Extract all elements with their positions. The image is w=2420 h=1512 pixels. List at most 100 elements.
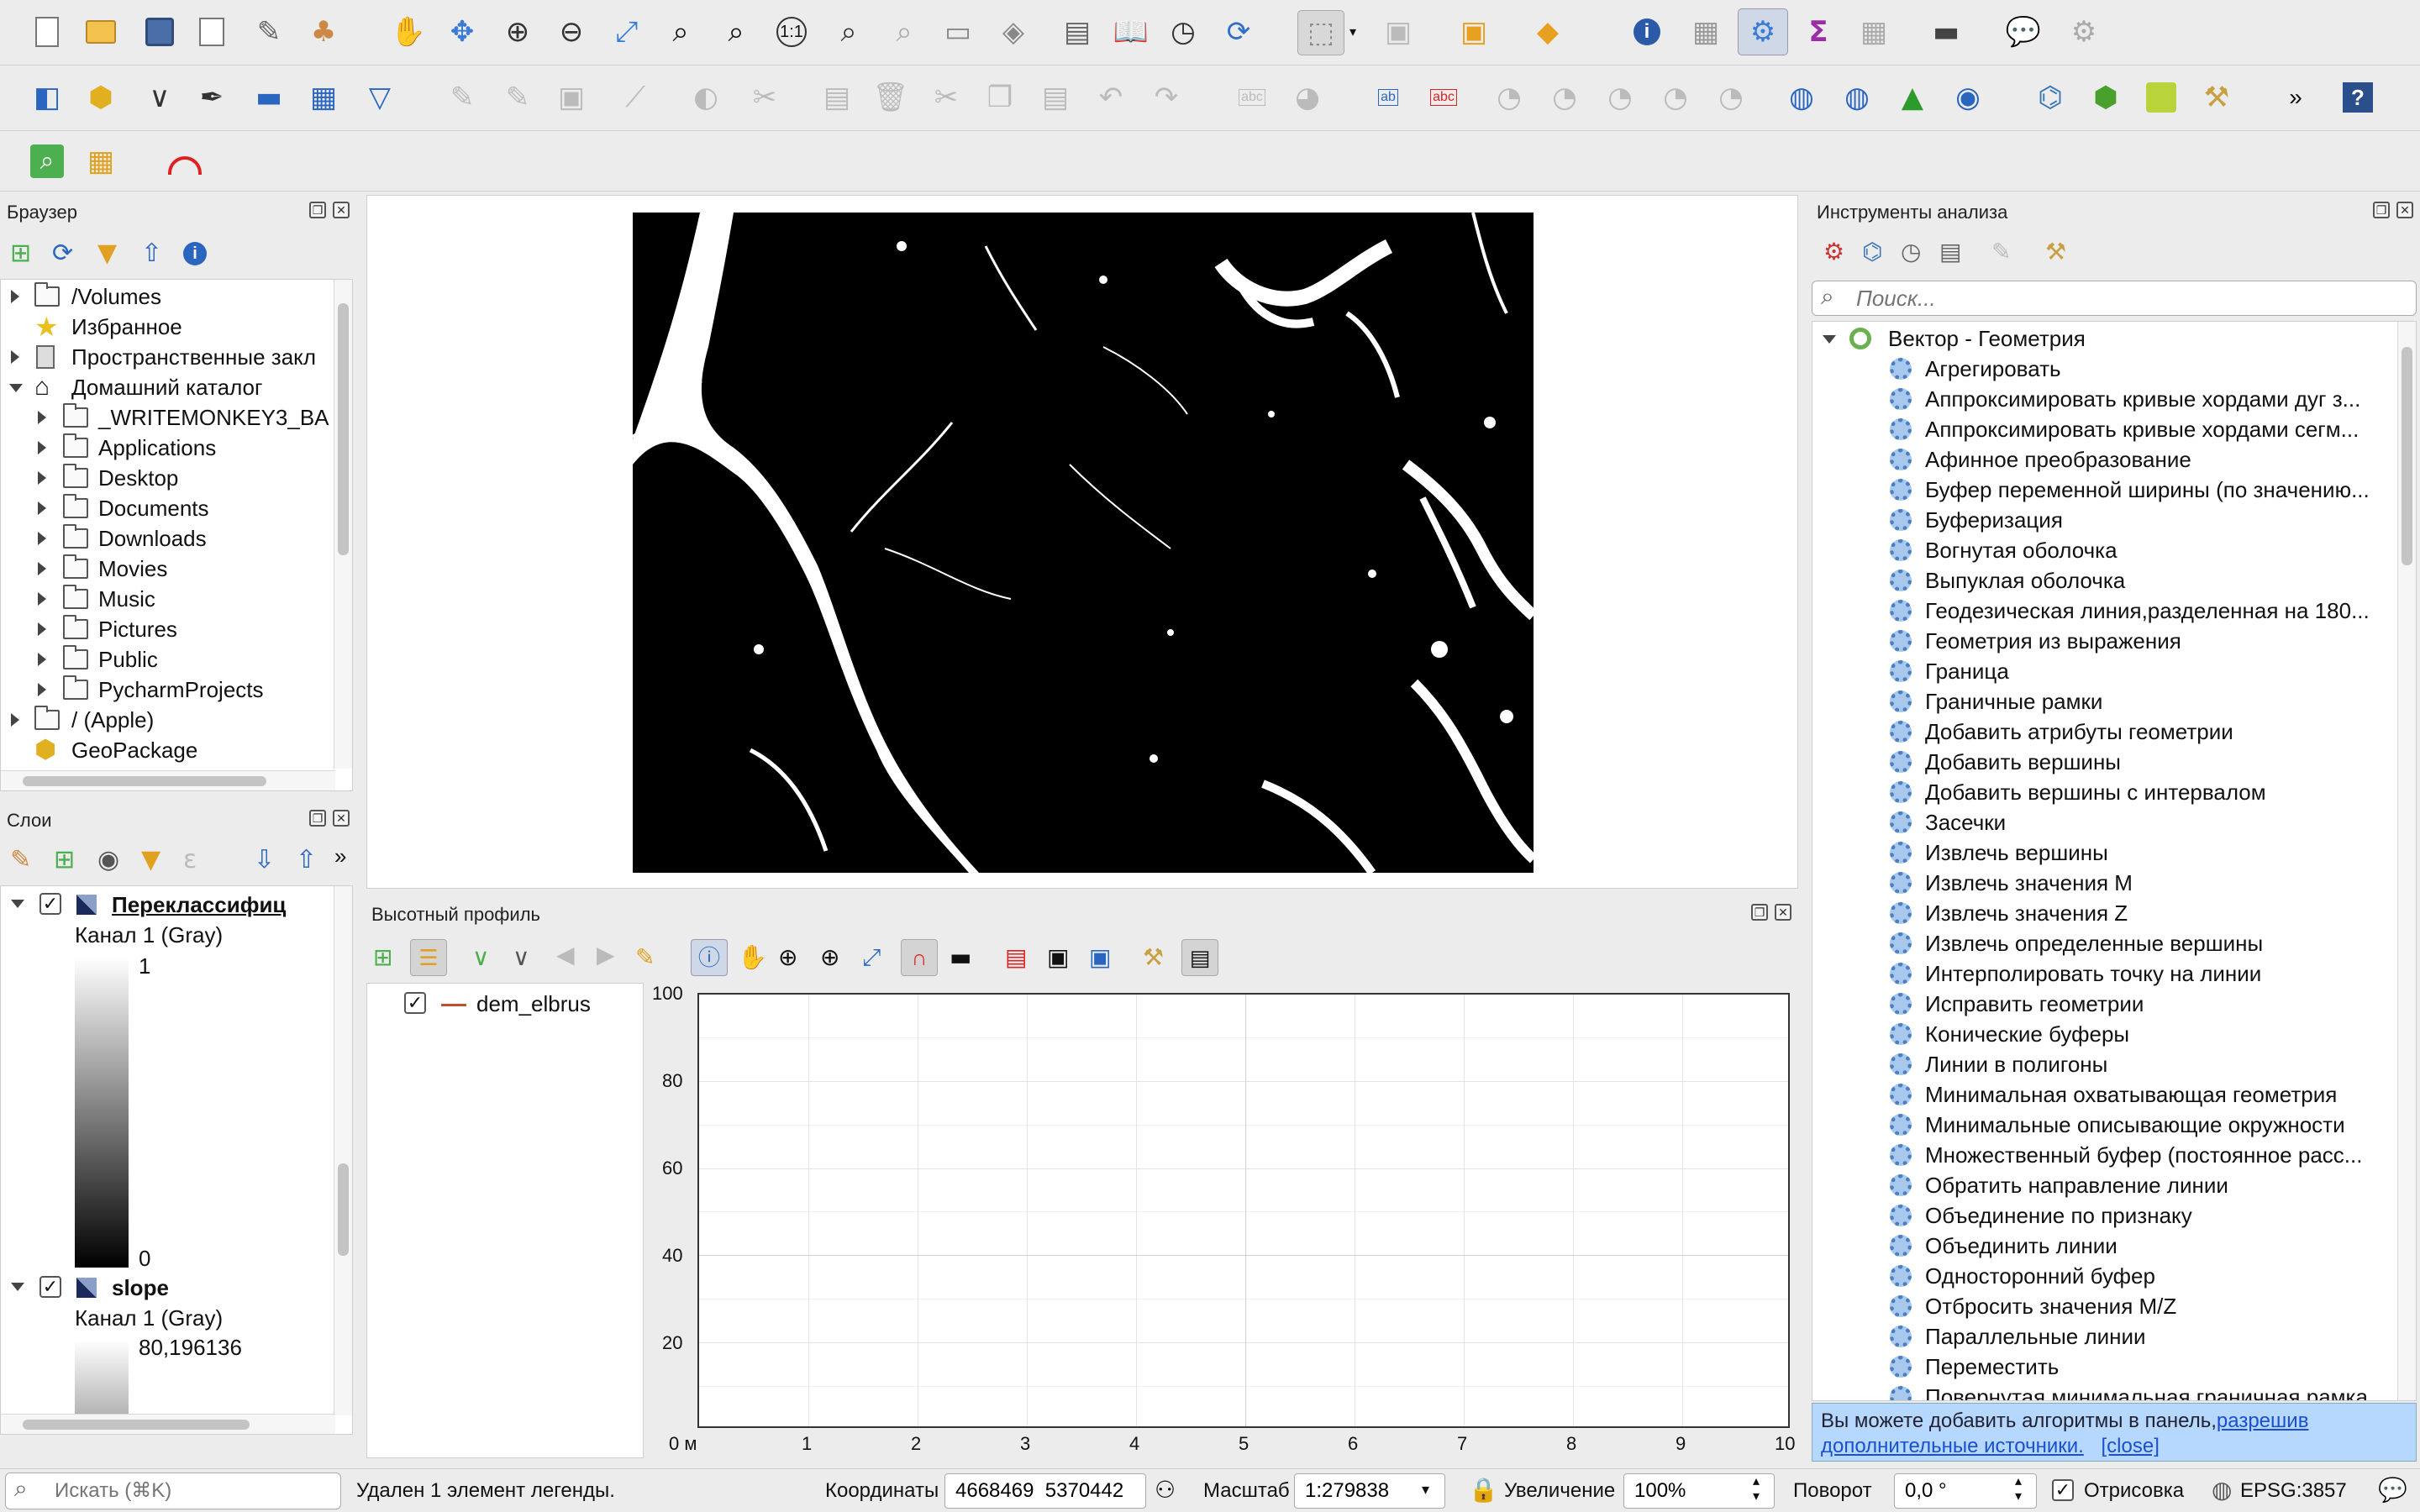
layer-visibility-checkbox[interactable]: ✓	[39, 893, 61, 915]
refresh-icon[interactable]: ⟳	[52, 237, 73, 270]
edit-features-in-place-icon[interactable]: ✎	[1991, 235, 2011, 269]
save-as-icon[interactable]	[195, 15, 229, 49]
expand-all-icon[interactable]: ⇩	[254, 843, 275, 877]
identify-tool-icon[interactable]: ⓘ	[691, 939, 728, 976]
add-line-icon[interactable]: ⟋	[618, 81, 652, 114]
rotation-spin-icon[interactable]: ▴ ▾	[2015, 1474, 2022, 1504]
profile-plot[interactable]: 100 80 60 40 20 0 м 1 2 3 4 5 6 7 8 9 10	[650, 983, 1798, 1467]
add-selected-icon[interactable]: ⊞	[10, 237, 31, 270]
dock-icon[interactable]: ▤	[1181, 939, 1218, 976]
identify-icon[interactable]: i	[1630, 15, 1664, 49]
new-virtual-layer-icon[interactable]: ▦	[307, 81, 340, 114]
browser-hscrollbar[interactable]	[1, 770, 335, 790]
zoom-out-icon[interactable]: ⊖	[555, 15, 588, 49]
browser-binoculars-icon[interactable]: ◉	[1951, 81, 1985, 114]
step-back-icon[interactable]: ◀	[556, 941, 575, 969]
processing-toolbox-icon[interactable]: ⚙	[1738, 8, 1788, 55]
toolbar-overflow-icon[interactable]: »	[2279, 81, 2312, 114]
toolbox-search-input[interactable]	[1854, 285, 2401, 312]
python-console-icon[interactable]: ⌬	[2033, 81, 2067, 114]
data-source-manager-icon[interactable]: ◧	[30, 81, 64, 114]
snapping-icon[interactable]: ∩	[901, 939, 938, 976]
clear-icon[interactable]: ✎	[635, 941, 655, 974]
map-tips-icon[interactable]: 💬	[2006, 15, 2041, 49]
deselect-icon[interactable]: ▣	[1457, 15, 1491, 49]
zoom-in-icon[interactable]: ⊕	[820, 941, 839, 974]
models-icon[interactable]: ⚙	[1823, 235, 1844, 269]
undo-icon[interactable]: ↶	[1094, 81, 1128, 114]
measure-icon[interactable]: ▬	[950, 941, 971, 974]
measure-icon[interactable]: ▬	[1929, 15, 1963, 49]
digitize-icon[interactable]: ◐	[689, 81, 723, 114]
new-3d-view-icon[interactable]: ◈	[997, 15, 1030, 49]
filter-icon[interactable]: ▼	[97, 237, 117, 270]
zoom-full-icon[interactable]: ⤢	[610, 15, 644, 49]
close-panel-icon[interactable]: ✕	[1775, 904, 1791, 921]
export-pdf-icon[interactable]: ▤	[1005, 941, 1027, 974]
edit-pencil-icon[interactable]: ✎	[445, 81, 479, 114]
capture-line-icon[interactable]: ∨	[513, 941, 530, 974]
zoom-x-icon[interactable]: ⊕	[778, 941, 797, 974]
select-features-icon[interactable]: ⬚	[1297, 10, 1344, 55]
zoom-native-icon[interactable]: 1:1	[775, 15, 808, 49]
close-panel-icon[interactable]: ✕	[333, 202, 350, 218]
statistics-icon[interactable]: Σ	[1802, 15, 1835, 49]
style-layer-icon[interactable]: ✎	[10, 843, 31, 877]
bookmarks-icon[interactable]: 📖	[1113, 15, 1149, 49]
dropdown-arrow-icon[interactable]: ▾	[1344, 15, 1361, 49]
messages-icon[interactable]: 💬	[2378, 1476, 2407, 1504]
change-label-icon[interactable]: ◔	[1714, 81, 1748, 114]
render-checkbox[interactable]: ✓	[2052, 1479, 2074, 1501]
modify-attributes-icon[interactable]: ▤	[820, 81, 854, 114]
toggle-editing-icon[interactable]: ✎	[501, 81, 534, 114]
magnifier-field[interactable]	[1623, 1473, 1775, 1509]
zoom-next-icon[interactable]: ⌕	[887, 15, 921, 49]
add-group-icon[interactable]: ⊞	[54, 843, 75, 877]
select-by-value-icon[interactable]: ▣	[1381, 15, 1415, 49]
layers-hscrollbar[interactable]	[1, 1414, 335, 1434]
new-spatialite-layer-icon[interactable]: ✒	[195, 81, 229, 114]
zoom-selection-icon[interactable]: ⌕	[664, 15, 697, 49]
move-label-icon[interactable]: ◔	[1603, 81, 1637, 114]
toolbox-search[interactable]: ⌕	[1812, 281, 2417, 316]
plugin-plug-icon[interactable]	[2144, 81, 2178, 114]
plugin-tool-icon[interactable]: ⚒	[2200, 81, 2233, 114]
locator-search[interactable]: ⌕	[5, 1473, 341, 1509]
float-panel-icon[interactable]: ❐	[1751, 904, 1768, 921]
new-shapefile-layer-icon[interactable]: ∨	[143, 81, 176, 114]
vertex-tool-icon[interactable]: ✂	[748, 81, 781, 114]
rotate-label-icon[interactable]: ◔	[1659, 81, 1692, 114]
layer-name[interactable]: Переклассифиц	[112, 890, 286, 920]
crs-label[interactable]: EPSG:3857	[2240, 1479, 2347, 1503]
identify-location-icon[interactable]: ◆	[1531, 15, 1565, 49]
toolbox-scrollbar[interactable]	[2397, 322, 2416, 1400]
coordinate-toggle-icon[interactable]: ⚇	[1155, 1476, 1176, 1504]
refresh-icon[interactable]: ⟳	[1222, 15, 1255, 49]
copy-icon[interactable]: ❐	[983, 81, 1017, 114]
new-mesh-layer-icon[interactable]: ▽	[363, 81, 397, 114]
capture-curve-icon[interactable]: ⊞	[373, 941, 392, 974]
field-calculator-icon[interactable]: ▦	[1857, 15, 1891, 49]
filter-legend-icon[interactable]: ▼	[141, 843, 160, 877]
info-icon[interactable]: i	[183, 242, 207, 265]
profile-layer-name[interactable]: dem_elbrus	[476, 989, 591, 1019]
delete-selected-icon[interactable]: 🗑	[872, 81, 908, 114]
lock-scale-icon[interactable]: 🔒	[1469, 1476, 1498, 1504]
locator-search-input[interactable]	[53, 1478, 330, 1504]
search-plugin-icon[interactable]: ⌕	[30, 144, 64, 178]
overflow-icon[interactable]: »	[334, 843, 346, 869]
collapse-all-icon[interactable]: ⇧	[296, 843, 317, 877]
cut-icon[interactable]: ✂	[929, 81, 963, 114]
layers-scrollbar[interactable]	[334, 886, 352, 1415]
layout-manager-icon[interactable]: ✎	[252, 15, 286, 49]
browser-scrollbar[interactable]	[334, 280, 352, 769]
zoom-layer-icon[interactable]: ⌕	[719, 15, 753, 49]
float-panel-icon[interactable]: ❐	[2373, 202, 2390, 218]
wfs-layer-icon[interactable]: ◍	[1840, 81, 1874, 114]
layer-labeling-red-icon[interactable]: abc	[1427, 81, 1460, 114]
zoom-in-icon[interactable]: ⊕	[501, 15, 534, 49]
pan-to-selection-icon[interactable]: ✥	[445, 15, 479, 49]
close-panel-icon[interactable]: ✕	[333, 810, 350, 827]
export-results-icon[interactable]: ▣	[1089, 941, 1111, 974]
attribute-table-icon[interactable]: ▦	[1689, 15, 1723, 49]
